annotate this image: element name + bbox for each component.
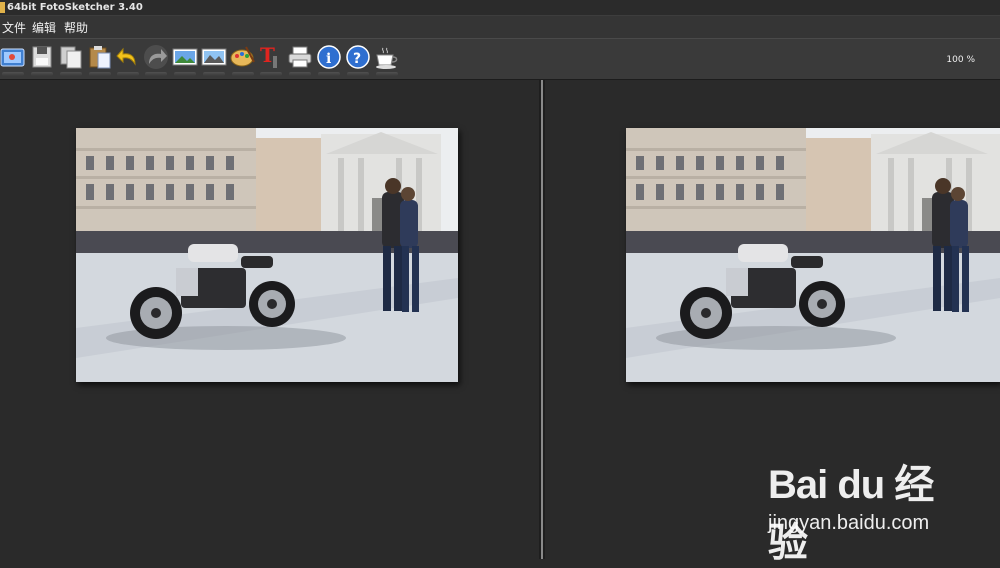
result-photo (626, 128, 1000, 382)
menu-help[interactable]: 帮助 (64, 19, 88, 36)
landscape-icon (201, 48, 227, 66)
coffee-cup-icon (376, 47, 398, 69)
info-button[interactable]: i (316, 44, 342, 76)
undo-icon (116, 47, 136, 66)
donate-button[interactable] (374, 44, 400, 76)
text-button[interactable]: T (258, 44, 284, 76)
watermark-url: jingyan.baidu.com (768, 512, 930, 534)
print-button[interactable] (287, 44, 313, 76)
save-button[interactable] (29, 44, 55, 76)
redo-icon (144, 45, 168, 69)
toolbar: T i ? 100 % (0, 38, 1000, 80)
copy-icon (60, 46, 82, 69)
app-icon (0, 2, 5, 13)
open-image-icon (0, 48, 25, 67)
open-image-button[interactable] (0, 44, 26, 76)
copy-button[interactable] (58, 44, 84, 76)
printer-icon (288, 46, 312, 68)
palette-icon (230, 46, 255, 67)
zoom-level: 100 % (946, 55, 975, 65)
original-photo (76, 128, 458, 382)
svg-text:?: ? (353, 51, 361, 67)
menu-edit[interactable]: 编辑 (32, 19, 56, 36)
paste-icon (89, 46, 111, 69)
picture-icon (172, 48, 198, 66)
watermark-logo: Bai du 经验 (768, 463, 934, 565)
text-icon: T (260, 44, 277, 68)
svg-text:i: i (326, 51, 331, 67)
title-bar: 64bit FotoSketcher 3.40 (0, 0, 1000, 15)
undo-button[interactable] (115, 44, 141, 76)
svg-text:T: T (260, 44, 275, 67)
show-result-button[interactable] (201, 44, 227, 76)
window-title: 64bit FotoSketcher 3.40 (7, 2, 143, 13)
info-icon: i (317, 45, 341, 69)
help-button[interactable]: ? (345, 44, 371, 76)
menu-file[interactable]: 文件 (2, 19, 26, 36)
save-icon (32, 46, 52, 68)
baidu-jingyan-watermark: Bai du 经验 jingyan.baidu.com (768, 452, 968, 565)
effects-button[interactable] (230, 44, 256, 76)
redo-button[interactable] (143, 44, 169, 76)
menu-bar: 文件 编辑 帮助 (0, 15, 1000, 38)
paste-button[interactable] (87, 44, 113, 76)
help-icon: ? (346, 45, 370, 69)
show-original-button[interactable] (172, 44, 198, 76)
